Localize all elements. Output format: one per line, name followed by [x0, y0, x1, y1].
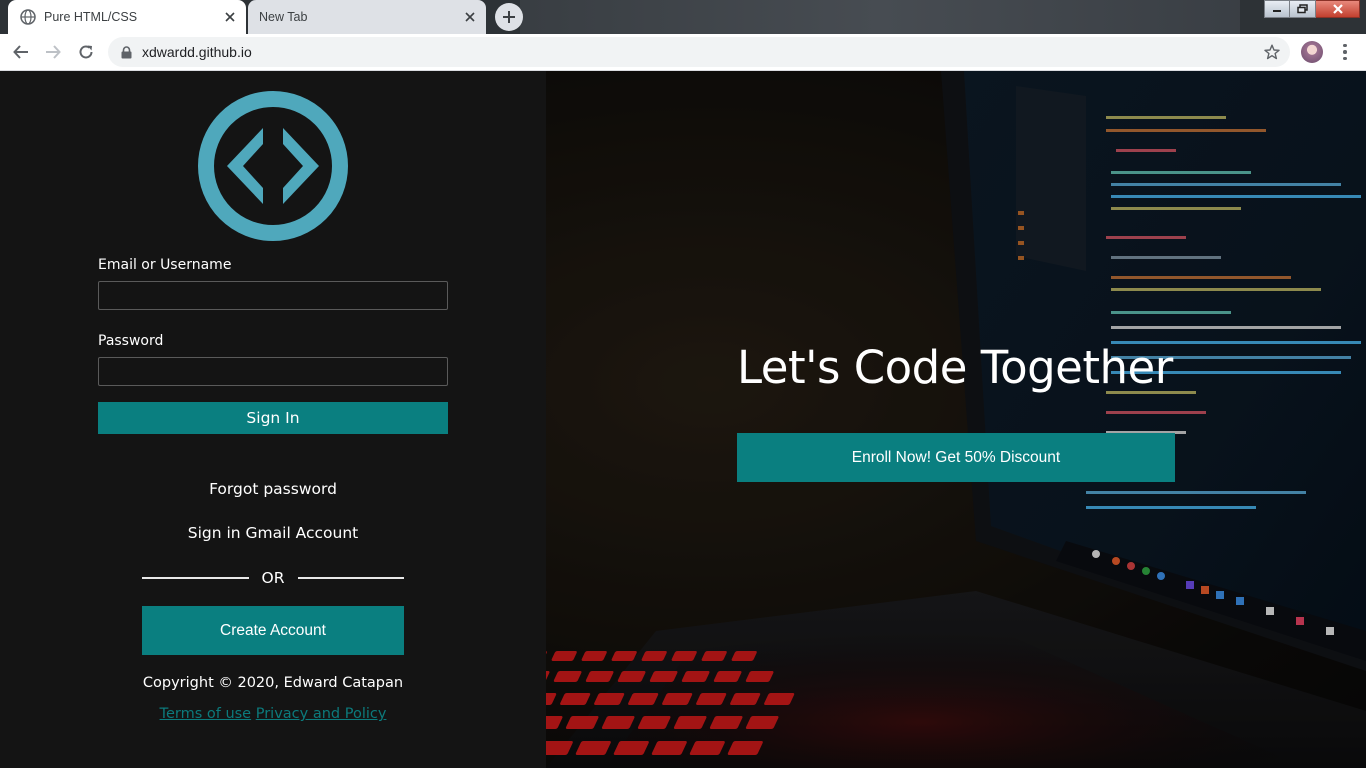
- privacy-link[interactable]: Privacy and Policy: [256, 706, 387, 722]
- background-window-blur: [520, 0, 1240, 34]
- terms-link[interactable]: Terms of use: [160, 706, 252, 722]
- hero-title: Let's Code Together: [737, 341, 1173, 394]
- code-logo-icon: [198, 91, 348, 241]
- tab-strip: Pure HTML/CSS New Tab: [0, 0, 1366, 34]
- email-label: Email or Username: [98, 257, 232, 273]
- plus-icon: [503, 11, 515, 23]
- create-account-button[interactable]: Create Account: [142, 606, 404, 655]
- close-window-button[interactable]: [1316, 0, 1360, 18]
- tab-title: New Tab: [259, 10, 308, 24]
- divider-line: [142, 577, 249, 579]
- forgot-password-link[interactable]: Forgot password: [0, 480, 546, 498]
- maximize-button[interactable]: [1290, 0, 1316, 18]
- legal-links: Terms of use Privacy and Policy: [0, 706, 546, 722]
- password-field[interactable]: [98, 357, 448, 386]
- tab-new-tab[interactable]: New Tab: [248, 0, 486, 34]
- sign-in-button[interactable]: Sign In: [98, 402, 448, 434]
- or-text: OR: [261, 569, 285, 587]
- reload-button[interactable]: [73, 39, 99, 65]
- close-icon[interactable]: [460, 7, 480, 27]
- window-controls: [1264, 0, 1360, 18]
- lock-icon[interactable]: [119, 45, 133, 59]
- new-tab-button[interactable]: [495, 3, 523, 31]
- globe-icon: [20, 9, 36, 25]
- star-icon[interactable]: [1264, 44, 1280, 60]
- close-icon[interactable]: [220, 7, 240, 27]
- forward-button[interactable]: [40, 39, 66, 65]
- email-field[interactable]: [98, 281, 448, 310]
- reload-icon: [79, 45, 93, 59]
- url-text[interactable]: xdwardd.github.io: [142, 44, 252, 60]
- address-bar[interactable]: xdwardd.github.io: [108, 37, 1290, 67]
- forward-arrow-icon: [46, 45, 61, 59]
- back-arrow-icon: [13, 45, 28, 59]
- tab-pure-html-css[interactable]: Pure HTML/CSS: [8, 0, 246, 34]
- copyright-text: Copyright © 2020, Edward Catapan: [142, 675, 404, 691]
- enroll-button[interactable]: Enroll Now! Get 50% Discount: [737, 433, 1175, 482]
- browser-toolbar: xdwardd.github.io: [0, 34, 1366, 71]
- divider-line: [297, 577, 405, 579]
- menu-icon[interactable]: [1336, 42, 1354, 62]
- avatar[interactable]: [1301, 41, 1323, 63]
- gmail-signin-link[interactable]: Sign in Gmail Account: [0, 524, 546, 542]
- or-divider: OR: [142, 568, 405, 588]
- laptop-background-image: [546, 71, 1366, 768]
- login-panel: Email or Username Password Sign In Forgo…: [0, 71, 546, 768]
- minimize-button[interactable]: [1264, 0, 1290, 18]
- password-label: Password: [98, 333, 164, 349]
- tab-title: Pure HTML/CSS: [44, 10, 138, 24]
- page: Email or Username Password Sign In Forgo…: [0, 71, 1366, 768]
- back-button[interactable]: [8, 39, 34, 65]
- hero-section: Let's Code Together Enroll Now! Get 50% …: [546, 71, 1366, 768]
